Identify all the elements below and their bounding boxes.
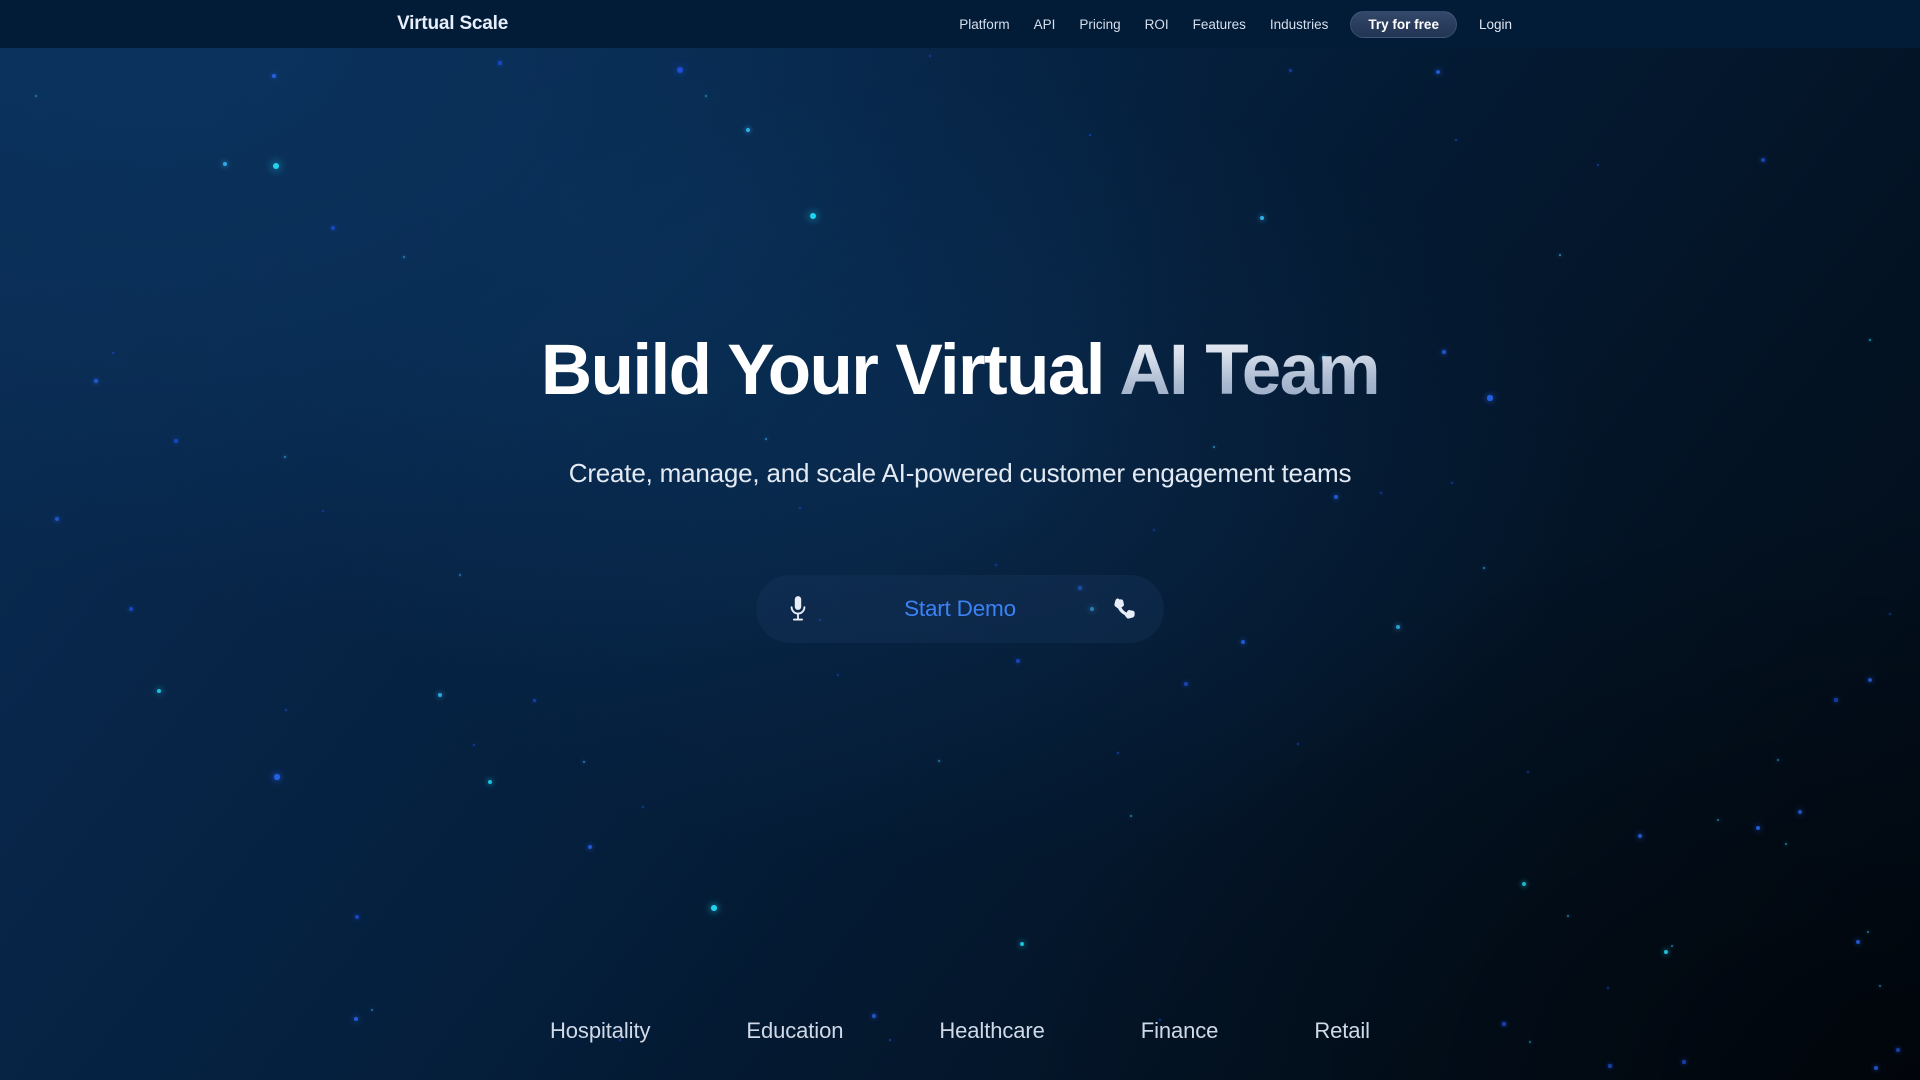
nav-link-platform[interactable]: Platform [947,17,1021,32]
page-title: Build Your Virtual AI Team [0,331,1920,410]
industry-retail[interactable]: Retail [1266,1018,1418,1044]
industry-finance[interactable]: Finance [1093,1018,1267,1044]
nav-links: Platform API Pricing ROI Features Indust… [947,10,1520,38]
try-for-free-button[interactable]: Try for free [1350,10,1457,38]
nav-link-features[interactable]: Features [1181,17,1258,32]
page-root: Virtual Scale Platform API Pricing ROI F… [0,0,1920,1080]
hero-subtitle: Create, manage, and scale AI-powered cus… [568,458,1352,488]
brand-logo[interactable]: Virtual Scale [397,13,508,35]
industries-list: Hospitality Education Healthcare Finance… [0,1018,1920,1044]
hero-section: Build Your Virtual AI Team Create, manag… [0,48,1920,1080]
industry-education[interactable]: Education [698,1018,891,1044]
headline-accent: AI Team [1119,331,1380,410]
nav-link-industries[interactable]: Industries [1258,17,1341,32]
nav-link-roi[interactable]: ROI [1133,17,1181,32]
demo-button-wrap: Start Demo [0,575,1920,643]
login-link[interactable]: Login [1465,17,1520,32]
industry-hospitality[interactable]: Hospitality [502,1018,698,1044]
navbar: Virtual Scale Platform API Pricing ROI F… [0,0,1920,48]
nav-link-api[interactable]: API [1022,17,1068,32]
industry-healthcare[interactable]: Healthcare [891,1018,1092,1044]
headline-main: Build Your Virtual [540,331,1120,410]
nav-link-pricing[interactable]: Pricing [1067,17,1132,32]
start-demo-label: Start Demo [904,596,1016,621]
start-demo-button[interactable]: Start Demo [756,575,1164,643]
phone-icon[interactable] [1110,595,1138,623]
